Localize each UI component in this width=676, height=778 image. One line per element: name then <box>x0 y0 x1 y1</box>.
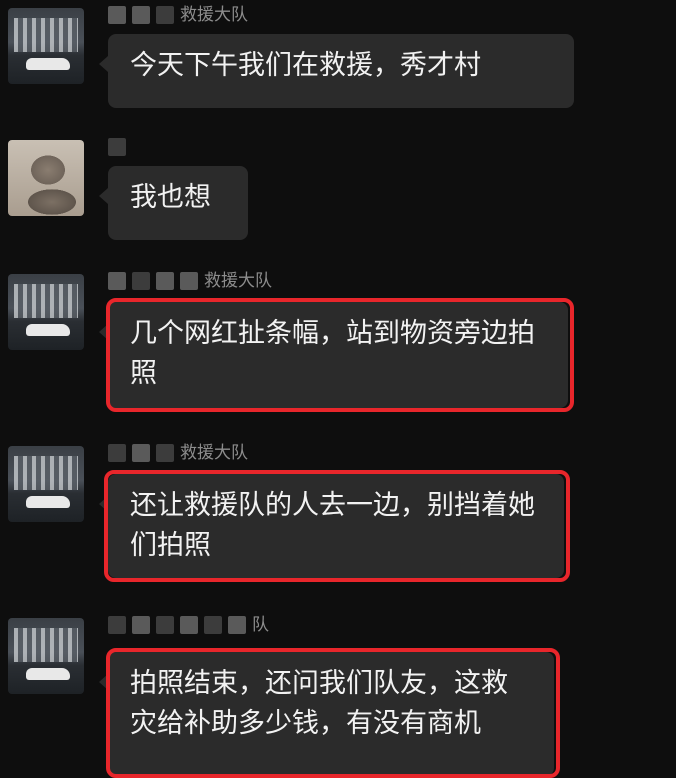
redacted-name-block <box>156 616 174 634</box>
sender-name: 救援大队 <box>108 442 248 464</box>
highlight-box <box>104 470 570 582</box>
sender-name <box>108 136 132 158</box>
avatar[interactable] <box>8 8 84 84</box>
redacted-name-block <box>108 272 126 290</box>
message-bubble[interactable]: 今天下午我们在救援，秀才村 <box>99 34 574 108</box>
redacted-name-block <box>180 616 198 634</box>
redacted-name-block <box>132 272 150 290</box>
sender-name: 救援大队 <box>108 270 272 292</box>
redacted-name-block <box>228 616 246 634</box>
sender-name-text: 救援大队 <box>180 443 248 463</box>
sender-name: 救援大队 <box>108 4 248 26</box>
redacted-name-block <box>132 6 150 24</box>
redacted-name-block <box>204 616 222 634</box>
sender-name-text: 队 <box>252 615 269 635</box>
message-text: 今天下午我们在救援，秀才村 <box>130 50 481 81</box>
redacted-name-block <box>132 444 150 462</box>
highlight-box <box>106 298 574 412</box>
redacted-name-block <box>108 6 126 24</box>
highlight-box <box>106 648 560 778</box>
sender-name: 队 <box>108 614 269 636</box>
message-bubble[interactable]: 我也想 <box>99 166 248 240</box>
sender-name-text: 救援大队 <box>180 5 248 25</box>
redacted-name-block <box>156 272 174 290</box>
redacted-name-block <box>108 138 126 156</box>
redacted-name-block <box>108 444 126 462</box>
redacted-name-block <box>132 616 150 634</box>
avatar[interactable] <box>8 140 84 216</box>
redacted-name-block <box>156 444 174 462</box>
redacted-name-block <box>180 272 198 290</box>
sender-name-text: 救援大队 <box>204 271 272 291</box>
redacted-name-block <box>108 616 126 634</box>
avatar[interactable] <box>8 446 84 522</box>
avatar[interactable] <box>8 618 84 694</box>
avatar[interactable] <box>8 274 84 350</box>
message-text: 我也想 <box>130 182 211 213</box>
redacted-name-block <box>156 6 174 24</box>
